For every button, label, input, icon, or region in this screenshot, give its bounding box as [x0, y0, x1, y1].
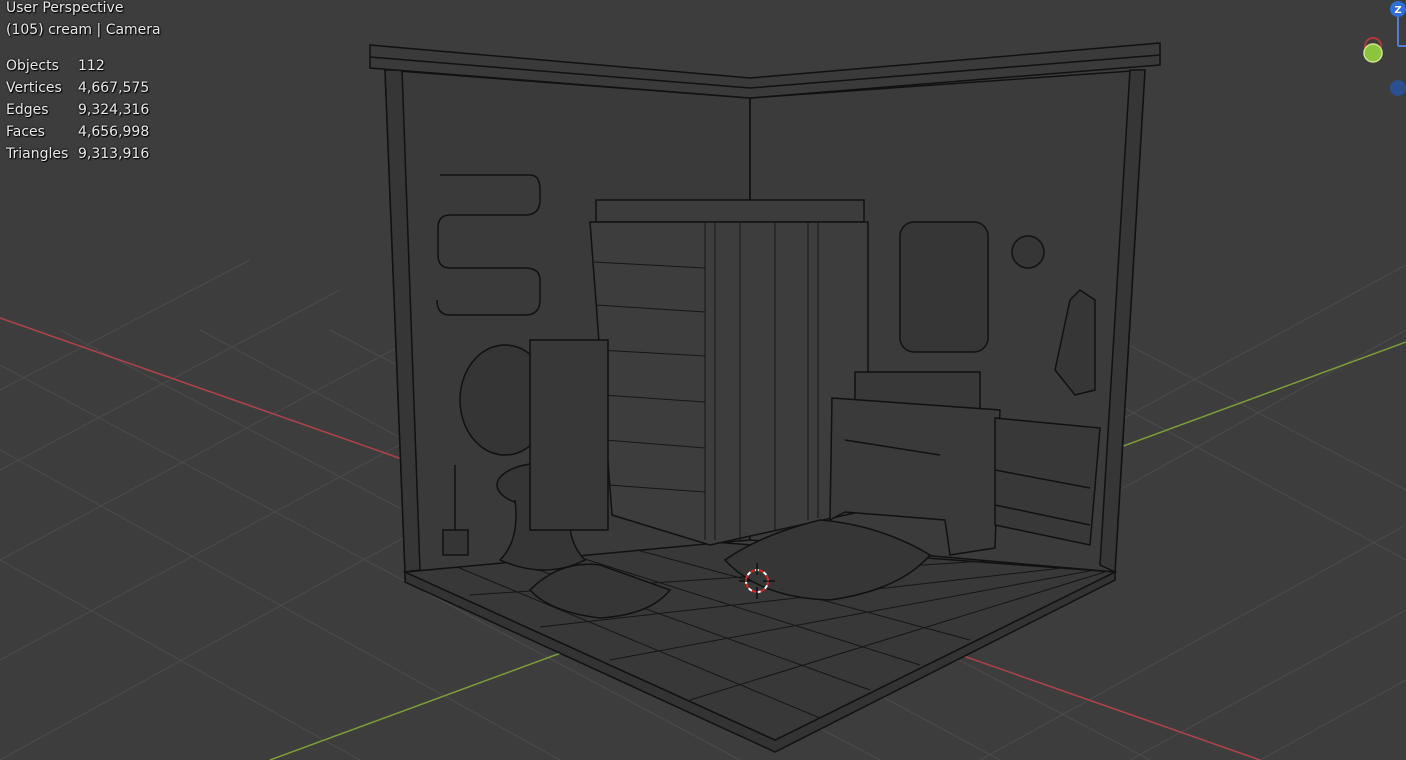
toilet-brush	[442, 529, 469, 556]
mirror	[899, 221, 989, 353]
stat-edges: Edges 9,324,316	[6, 102, 150, 118]
3d-viewport[interactable]: User Perspective (105) cream | Camera Ob…	[0, 0, 1406, 760]
stat-triangles: Triangles 9,313,916	[6, 146, 150, 162]
shower-tiles-top	[595, 199, 865, 223]
stat-faces: Faces 4,656,998	[6, 124, 150, 140]
scene-canvas[interactable]	[0, 0, 1406, 760]
small-shelf	[529, 339, 609, 531]
room-model[interactable]	[369, 42, 1161, 753]
bath-rack	[994, 417, 1101, 546]
view-name: User Perspective	[6, 0, 124, 16]
gizmo-z-label: Z	[1394, 5, 1401, 16]
viewport-text-overlay: User Perspective (105) cream | Camera Ob…	[6, 0, 161, 168]
scene-statistics: Objects 112 Vertices 4,667,575 Edges 9,324,…	[6, 58, 161, 168]
object-info: (105) cream | Camera	[6, 22, 161, 38]
shower-cabin	[589, 221, 869, 546]
gizmo-neg-z-axis[interactable]	[1390, 80, 1406, 96]
stat-vertices: Vertices 4,667,575	[6, 80, 150, 96]
wall-lamp	[1011, 235, 1045, 269]
stat-objects: Objects 112	[6, 58, 105, 74]
gizmo-y-ball[interactable]	[1360, 36, 1388, 66]
